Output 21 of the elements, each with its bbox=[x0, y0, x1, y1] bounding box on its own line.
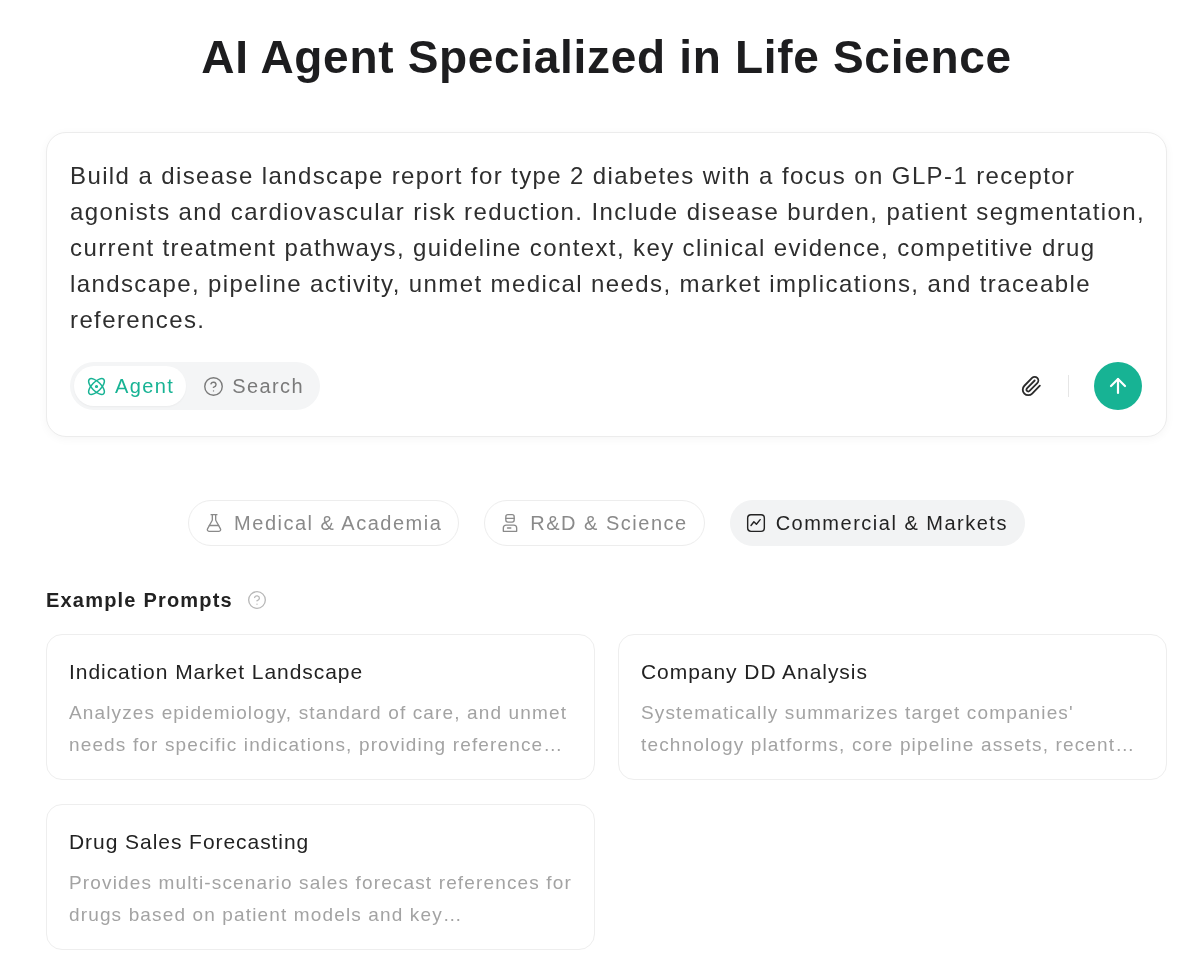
help-icon bbox=[246, 590, 267, 610]
example-prompt-card[interactable]: Drug Sales Forecasting Provides multi-scenario sales forecast references for drugs based on patient models and key… bbox=[46, 804, 595, 950]
send-button[interactable] bbox=[1094, 362, 1142, 410]
section-heading: Example Prompts bbox=[46, 588, 233, 612]
page-title: AI Agent Specialized in Life Science bbox=[201, 30, 1012, 84]
chart-icon bbox=[745, 513, 766, 533]
prompt-input[interactable]: Build a disease landscape report for type 2 diabetes with a focus on GLP-1 receptor agonists and cardiovascular risk reduction. Include disease burden, patient segmentation, current treatment pathways, guideline context, key clinical evidence, competitive drug landscape, pipeline activity, unmet medical needs, market implications, and traceable references. bbox=[70, 158, 1146, 338]
card-description: Analyzes epidemiology, standard of care, and unmet needs for specific indications, providing reference… bbox=[69, 701, 569, 757]
help-icon bbox=[203, 375, 225, 397]
card-title: Indication Market Landscape bbox=[69, 659, 364, 685]
atom-icon bbox=[86, 375, 107, 397]
card-title: Company DD Analysis bbox=[641, 659, 869, 685]
example-prompt-card[interactable]: Company DD Analysis Systematically summarizes target companies' technology platforms, core pipeline assets, recent… bbox=[618, 634, 1167, 780]
paperclip-icon bbox=[1020, 375, 1042, 397]
card-description: Systematically summarizes target companies' technology platforms, core pipeline assets, recent… bbox=[641, 701, 1137, 757]
example-prompt-card[interactable]: Indication Market Landscape Analyzes epidemiology, standard of care, and unmet needs for specific indications, providing reference… bbox=[46, 634, 595, 780]
card-title: Drug Sales Forecasting bbox=[69, 829, 311, 855]
card-description: Provides multi-scenario sales forecast references for drugs based on patient models and key… bbox=[69, 871, 573, 927]
category-chip[interactable]: Commercial & Markets bbox=[729, 500, 1025, 546]
category-chip[interactable]: R&D & Science bbox=[484, 500, 705, 546]
mode-tab[interactable]: Search bbox=[191, 366, 317, 406]
